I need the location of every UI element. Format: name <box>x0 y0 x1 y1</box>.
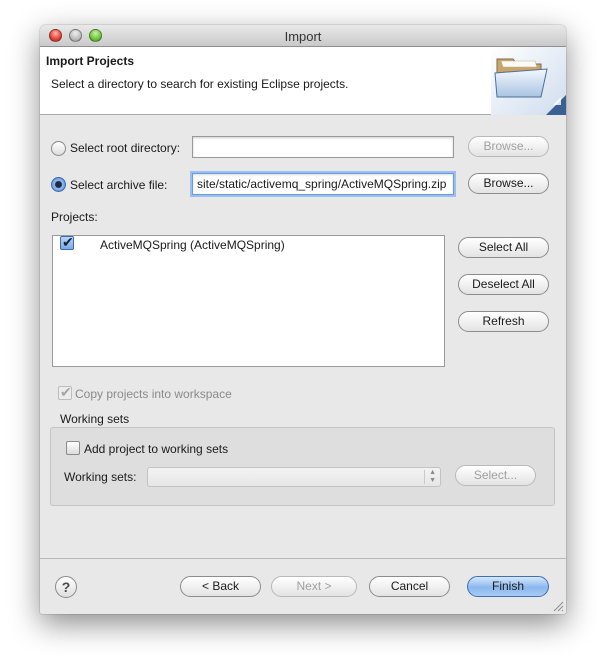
footer-divider <box>40 558 566 559</box>
project-item-label: ActiveMQSpring (ActiveMQSpring) <box>100 238 285 252</box>
wizard-page-title: Import Projects <box>46 54 135 68</box>
window-title: Import <box>284 29 322 44</box>
archive-browse-button[interactable]: Browse... <box>468 173 549 194</box>
deselect-all-button[interactable]: Deselect All <box>458 274 549 295</box>
root-browse-button[interactable]: Browse... <box>468 136 549 157</box>
working-sets-group-label: Working sets <box>60 412 130 426</box>
cancel-button[interactable]: Cancel <box>369 576 450 597</box>
back-button[interactable]: < Back <box>180 576 261 597</box>
working-sets-combo[interactable]: ▲ ▼ <box>147 467 441 487</box>
wizard-page-description: Select a directory to search for existin… <box>51 77 349 91</box>
checkmark-icon: ✔ <box>60 384 72 400</box>
checkmark-icon: ✔ <box>62 234 74 250</box>
root-directory-field[interactable] <box>192 136 454 158</box>
copy-projects-label: Copy projects into workspace <box>75 387 232 401</box>
title-bar[interactable]: Import <box>40 25 566 47</box>
add-to-working-sets-label: Add project to working sets <box>84 442 229 456</box>
archive-file-field[interactable]: site/static/activemq_spring/ActiveMQSpri… <box>192 173 454 195</box>
resize-grip-icon[interactable] <box>552 600 564 612</box>
add-to-working-sets-checkbox[interactable] <box>66 441 80 455</box>
projects-list[interactable]: ✔ ActiveMQSpring (ActiveMQSpring) <box>52 234 445 367</box>
help-button[interactable]: ? <box>55 576 77 598</box>
finish-button[interactable]: Finish <box>467 576 549 597</box>
up-down-arrows-icon: ▲ ▼ <box>429 469 436 484</box>
import-dialog: Import Import Projects Select a director… <box>40 25 566 614</box>
project-checkbox[interactable]: ✔ <box>60 234 74 250</box>
refresh-button[interactable]: Refresh <box>458 311 549 332</box>
next-button[interactable]: Next > <box>271 576 357 597</box>
copy-projects-checkbox[interactable]: ✔ <box>58 384 72 400</box>
select-all-button[interactable]: Select All <box>458 237 549 258</box>
archive-file-radio[interactable] <box>51 177 66 192</box>
combo-divider <box>424 470 425 484</box>
root-directory-radio[interactable] <box>51 141 66 156</box>
working-sets-group: Add project to working sets Working sets… <box>50 427 555 506</box>
folder-open-icon <box>491 47 566 115</box>
root-directory-label: Select root directory: <box>70 141 181 155</box>
archive-file-label: Select archive file: <box>70 178 168 192</box>
working-sets-select-button[interactable]: Select... <box>455 465 536 486</box>
projects-label: Projects: <box>51 210 98 224</box>
wizard-banner: Import Projects Select a directory to se… <box>40 47 566 115</box>
working-sets-label: Working sets: <box>64 470 137 484</box>
